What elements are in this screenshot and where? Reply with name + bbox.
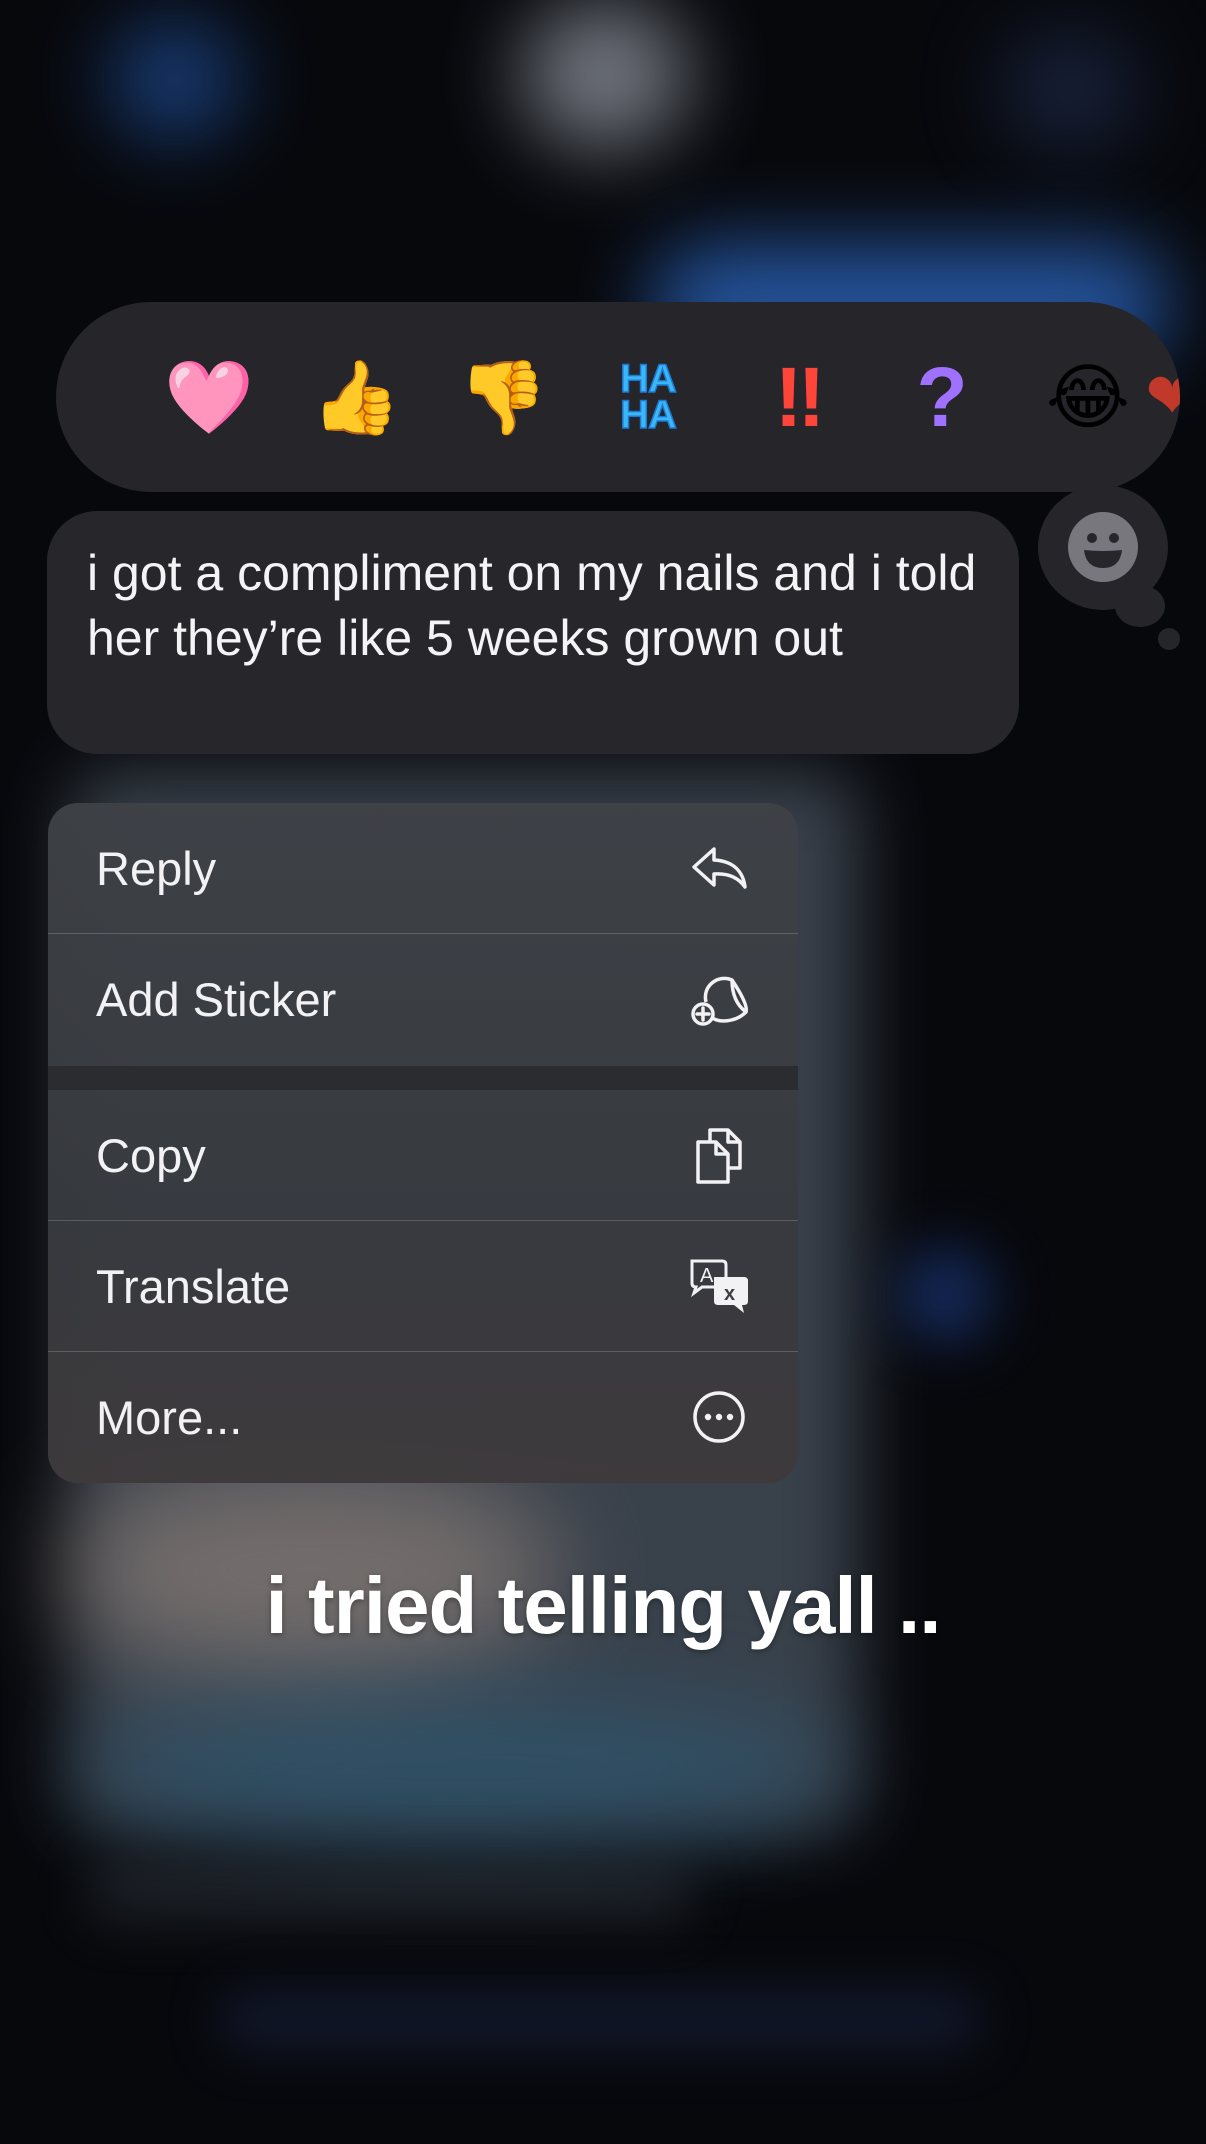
- reaction-bar: 🩷 👍 👎 HA HA ‼ ? 😂 ❤: [56, 302, 1180, 492]
- bubble-tail: [1115, 585, 1165, 627]
- message-text: i got a compliment on my nails and i tol…: [87, 545, 977, 666]
- more-reactions[interactable]: ❤: [1122, 347, 1180, 447]
- video-caption: i tried telling yall ..: [265, 1561, 942, 1650]
- haha-reaction[interactable]: HA HA: [598, 347, 698, 447]
- background-blur: [80, 1690, 840, 1850]
- reply-icon: [688, 837, 750, 899]
- menu-item-reply[interactable]: Reply: [48, 803, 798, 933]
- question-mark-icon: ?: [916, 350, 968, 444]
- menu-item-label: Add Sticker: [96, 972, 337, 1026]
- menu-item-copy[interactable]: Copy: [48, 1090, 798, 1220]
- laughing-emoji-icon: 😂: [1045, 355, 1131, 439]
- menu-item-add-sticker[interactable]: Add Sticker: [48, 934, 798, 1064]
- smiley-icon[interactable]: [1068, 512, 1138, 582]
- thumbs-up-icon: 👍: [311, 355, 401, 439]
- heart-reaction[interactable]: 🩷: [159, 347, 259, 447]
- menu-item-label: Translate: [96, 1259, 291, 1313]
- copy-icon: [688, 1124, 750, 1186]
- background-blur: [220, 1990, 980, 2050]
- double-exclamation-icon: ‼: [774, 350, 826, 444]
- thumbs-down-icon: 👎: [458, 355, 548, 439]
- background-blur: [520, 0, 690, 150]
- menu-item-label: Reply: [96, 841, 217, 895]
- translate-icon: A x: [688, 1255, 750, 1317]
- menu-item-label: Copy: [96, 1128, 206, 1182]
- background-blur: [90, 1860, 690, 1920]
- menu-item-more[interactable]: More...: [48, 1352, 798, 1482]
- question-reaction[interactable]: ?: [892, 347, 992, 447]
- background-blur: [110, 20, 240, 140]
- menu-item-label: More...: [96, 1390, 243, 1444]
- svg-text:A: A: [700, 1265, 714, 1287]
- exclamation-reaction[interactable]: ‼: [745, 347, 845, 447]
- background-blur: [1000, 30, 1140, 150]
- screen: 🩷 👍 👎 HA HA ‼ ? 😂 ❤ i got a compliment o…: [0, 0, 1206, 2144]
- add-sticker-icon: [688, 968, 750, 1030]
- more-icon: [688, 1386, 750, 1448]
- message-bubble[interactable]: i got a compliment on my nails and i tol…: [47, 511, 1019, 754]
- menu-group-separator: [48, 1066, 798, 1090]
- svg-text:x: x: [724, 1283, 735, 1305]
- haha-icon: HA HA: [619, 357, 677, 437]
- context-menu: Reply Add Sticker Copy Translate A x Mor…: [48, 803, 798, 1483]
- heart-icon: 🩷: [164, 355, 254, 439]
- bubble-tail: [1158, 628, 1180, 650]
- thumbs-up-reaction[interactable]: 👍: [306, 347, 406, 447]
- thumbs-down-reaction[interactable]: 👎: [453, 347, 553, 447]
- menu-item-translate[interactable]: Translate A x: [48, 1221, 798, 1351]
- background-blur: [900, 1250, 990, 1340]
- heart-partial-icon: ❤: [1145, 360, 1180, 434]
